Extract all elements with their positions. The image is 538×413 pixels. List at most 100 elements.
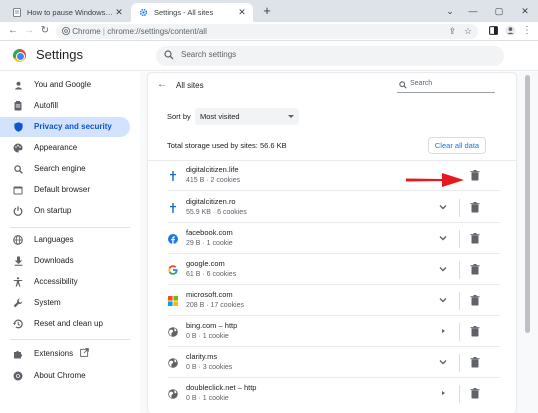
sidebar-item-downloads[interactable]: Downloads xyxy=(0,251,130,271)
trash-icon[interactable] xyxy=(470,264,480,275)
site-name: facebook.com xyxy=(186,228,233,237)
trash-icon[interactable] xyxy=(470,388,480,399)
download-icon xyxy=(13,256,23,266)
site-row[interactable]: doubleclick.net – http 0 B · 1 cookie xyxy=(148,379,516,409)
chevron-down-icon[interactable] xyxy=(438,202,448,212)
row-vertical-divider xyxy=(459,230,460,248)
side-panel-icon[interactable] xyxy=(486,24,500,38)
close-tab-icon[interactable]: ✕ xyxy=(236,7,248,18)
sidebar-item-label: Appearance xyxy=(34,143,78,152)
sidebar-item-label: System xyxy=(34,298,61,307)
back-icon[interactable]: ← xyxy=(6,24,20,38)
chevron-down-icon[interactable] xyxy=(438,264,448,274)
row-divider xyxy=(168,346,500,347)
maximize-icon[interactable]: ▢ xyxy=(486,0,512,22)
site-row[interactable]: bing.com – http 0 B · 1 cookie xyxy=(148,317,516,347)
sidebar-item-system[interactable]: System xyxy=(0,293,130,313)
tab-windows-update-article[interactable]: How to pause Windows 10 upda ✕ xyxy=(4,3,130,22)
sidebar-divider xyxy=(10,339,130,340)
sidebar-item-autofill[interactable]: Autofill xyxy=(0,96,130,116)
accessibility-icon xyxy=(13,277,23,287)
profile-avatar-icon[interactable] xyxy=(503,24,517,38)
omnibox-separator: | xyxy=(102,27,105,36)
tab-strip: How to pause Windows 10 upda ✕ Settings … xyxy=(0,0,538,22)
sites-search-input[interactable]: Search xyxy=(397,79,495,93)
globe-favicon-icon xyxy=(168,358,178,368)
close-window-icon[interactable]: ✕ xyxy=(512,0,538,22)
microsoft-favicon-icon xyxy=(168,296,178,306)
share-icon[interactable]: ⇪ xyxy=(448,24,456,39)
sidebar-item-languages[interactable]: Languages xyxy=(0,230,130,250)
sort-selected-value: Most visited xyxy=(200,112,240,121)
sidebar-item-privacy-and-security[interactable]: Privacy and security xyxy=(0,117,130,137)
sidebar-item-about-chrome[interactable]: About Chrome xyxy=(0,366,130,386)
site-row[interactable]: digitalcitizen.ro 55.9 KB · 6 cookies xyxy=(148,193,516,223)
sidebar-item-extensions[interactable]: Extensions xyxy=(0,344,130,364)
omnibox-url: chrome://settings/content/all xyxy=(107,27,207,36)
row-vertical-divider xyxy=(459,323,460,341)
sidebar-item-on-startup[interactable]: On startup xyxy=(0,201,130,221)
annotation-arrow-icon xyxy=(406,173,464,187)
chevron-down-icon[interactable] xyxy=(438,233,448,243)
tab-title: How to pause Windows 10 upda xyxy=(27,8,113,17)
site-storage: 208 B · 17 cookies xyxy=(186,302,244,309)
sidebar-item-default-browser[interactable]: Default browser xyxy=(0,180,130,200)
back-arrow-icon[interactable]: ← xyxy=(157,79,167,90)
reload-icon[interactable]: ↻ xyxy=(38,24,52,38)
site-name: digitalcitizen.life xyxy=(186,165,239,174)
search-icon xyxy=(164,50,174,60)
close-tab-icon[interactable]: ✕ xyxy=(113,7,125,18)
trash-icon[interactable] xyxy=(470,295,480,306)
palette-icon xyxy=(13,143,23,153)
chevron-down-icon[interactable] xyxy=(438,357,448,367)
trash-icon[interactable] xyxy=(470,202,480,213)
address-bar[interactable]: Chrome | chrome://settings/content/all ⇪… xyxy=(56,24,478,39)
site-storage: 415 B · 2 cookies xyxy=(186,177,241,184)
site-row[interactable]: google.com 61 B · 6 cookies xyxy=(148,255,516,285)
search-placeholder: Search settings xyxy=(181,50,237,59)
sidebar-item-label: Accessibility xyxy=(34,277,78,286)
sidebar-item-label: Search engine xyxy=(34,164,86,173)
sidebar-item-label: About Chrome xyxy=(34,371,86,380)
page-title: All sites xyxy=(176,81,204,90)
sort-dropdown[interactable]: Most visited xyxy=(195,108,299,125)
site-row[interactable]: clarity.ms 0 B · 3 cookies xyxy=(148,348,516,378)
sidebar-item-accessibility[interactable]: Accessibility xyxy=(0,272,130,292)
trash-icon[interactable] xyxy=(470,170,480,181)
row-divider xyxy=(168,315,500,316)
sidebar-item-appearance[interactable]: Appearance xyxy=(0,138,130,158)
site-storage: 55.9 KB · 6 cookies xyxy=(186,209,247,216)
site-storage: 61 B · 6 cookies xyxy=(186,271,237,278)
trash-icon[interactable] xyxy=(470,326,480,337)
globe-icon xyxy=(13,235,23,245)
new-tab-button[interactable]: + xyxy=(259,3,275,19)
tab-settings-all-sites[interactable]: Settings - All sites ✕ xyxy=(131,3,253,22)
trash-icon[interactable] xyxy=(470,357,480,368)
globe-favicon-icon xyxy=(168,389,178,399)
chevron-down-icon[interactable] xyxy=(438,295,448,305)
sidebar-item-search-engine[interactable]: Search engine xyxy=(0,159,130,179)
scrollbar-thumb[interactable] xyxy=(525,75,530,333)
site-row[interactable]: facebook.com 29 B · 1 cookie xyxy=(148,224,516,254)
settings-search-input[interactable]: Search settings xyxy=(156,46,504,66)
sidebar-divider xyxy=(10,227,130,228)
sidebar-item-you-and-google[interactable]: You and Google xyxy=(0,75,130,95)
minimize-icon[interactable]: — xyxy=(460,0,486,22)
arrow-right-icon[interactable] xyxy=(438,326,448,336)
arrow-right-icon[interactable] xyxy=(438,388,448,398)
row-vertical-divider xyxy=(459,292,460,310)
row-vertical-divider xyxy=(459,261,460,279)
row-divider xyxy=(168,222,500,223)
site-row[interactable]: microsoft.com 208 B · 17 cookies xyxy=(148,286,516,316)
more-menu-icon[interactable]: ⋮ xyxy=(520,24,534,38)
clear-all-data-button[interactable]: Clear all data xyxy=(428,137,486,154)
search-placeholder: Search xyxy=(410,80,433,87)
site-storage: 0 B · 1 cookie xyxy=(186,395,229,402)
forward-icon[interactable]: → xyxy=(22,24,36,38)
trash-icon[interactable] xyxy=(470,233,480,244)
total-storage-text: Total storage used by sites: 56.6 KB xyxy=(167,141,287,150)
history-icon xyxy=(13,319,23,329)
sidebar-item-reset-and-clean-up[interactable]: Reset and clean up xyxy=(0,314,130,334)
bookmark-star-icon[interactable]: ☆ xyxy=(464,24,472,39)
document-favicon-icon xyxy=(12,8,21,17)
